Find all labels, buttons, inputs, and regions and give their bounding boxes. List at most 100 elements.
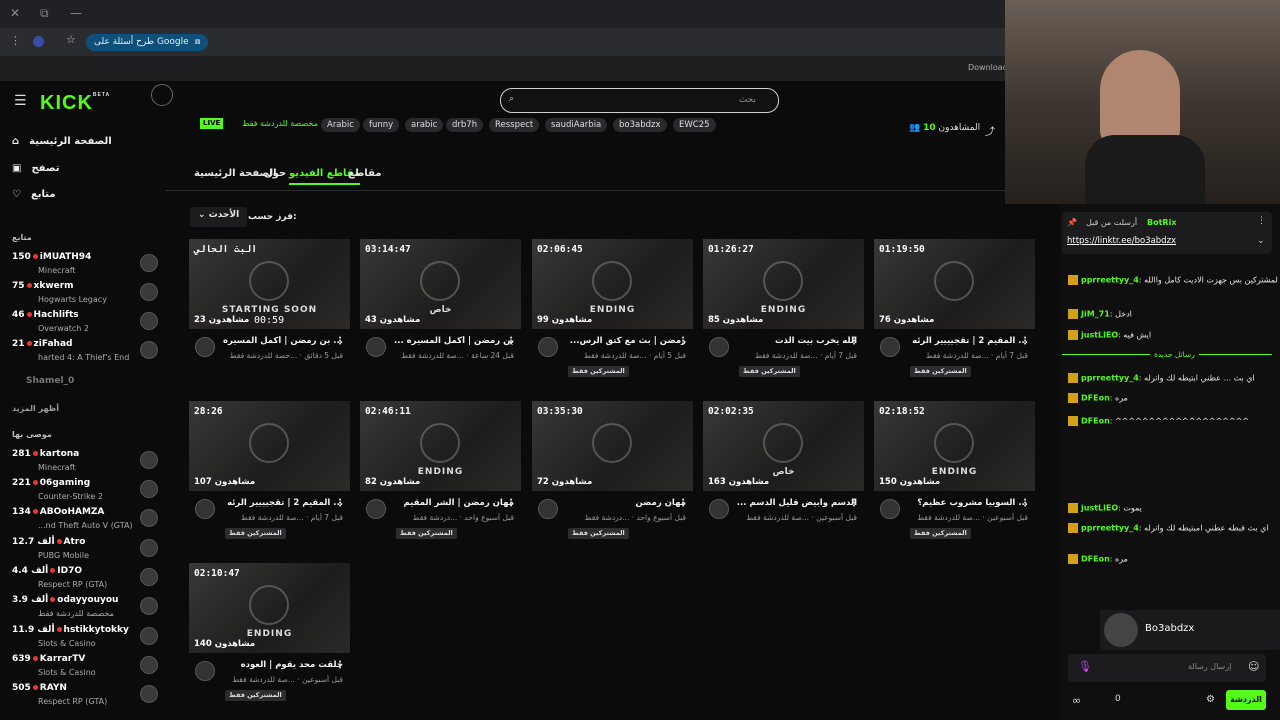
video-title[interactable]: ... المقيم 2 | تقجيييير الرئه xyxy=(900,336,1028,346)
menu-dots-icon[interactable]: ⋮ xyxy=(10,34,21,47)
more-options-icon[interactable]: ⋮ xyxy=(678,336,688,347)
minimize-window-icon[interactable]: — xyxy=(70,6,82,20)
video-thumbnail[interactable]: ENDING 02:18:52 150 مشاهدون xyxy=(874,401,1035,491)
video-thumbnail[interactable]: خاص 03:14:47 43 مشاهدون xyxy=(360,239,521,329)
gear-icon[interactable]: ⚙ xyxy=(1206,694,1215,705)
sidebar-channel[interactable]: 3.9 ألف odayyouyou مخصصة للدردشة فقط xyxy=(12,595,162,623)
chevron-down-icon[interactable]: ⌄ xyxy=(1257,236,1265,246)
sidebar-channel[interactable]: 11.9 ألف hstikkytokky Slots & Casino xyxy=(12,625,162,653)
video-title[interactable]: مهان رمضن xyxy=(558,498,686,508)
chat-message[interactable]: justLlEO: يموت xyxy=(1068,503,1278,513)
restore-window-icon[interactable]: ⧉ xyxy=(40,6,49,21)
tab-about[interactable]: حول xyxy=(264,168,286,179)
show-more-link[interactable]: أظهر المزيد xyxy=(12,404,59,413)
tab-clips[interactable]: مقاطع xyxy=(348,168,381,179)
avatar[interactable] xyxy=(880,499,900,519)
video-thumbnail[interactable]: 28:26 107 مشاهدون xyxy=(189,401,350,491)
sidebar-channel[interactable]: 46 Hachlifts Overwatch 2 xyxy=(12,310,162,338)
chat-message[interactable]: pprreettyy_4: اي بث قبطه عطني امبتيطه لك… xyxy=(1068,523,1278,533)
avatar[interactable] xyxy=(538,499,558,519)
more-options-icon[interactable]: ⋮ xyxy=(1257,216,1266,226)
avatar[interactable] xyxy=(880,337,900,357)
avatar[interactable] xyxy=(366,499,386,519)
mic-icon[interactable]: 🎙 xyxy=(1078,660,1092,673)
more-options-icon[interactable]: ⋮ xyxy=(335,498,345,509)
video-title[interactable]: بن رمضن | أكمل المسيره ... xyxy=(386,336,514,346)
video-thumbnail[interactable]: ENDING 02:46:11 82 مشاهدون xyxy=(360,401,521,491)
more-options-icon[interactable]: ⋮ xyxy=(506,498,516,509)
google-lens-chip[interactable]: طرح أسئلة على Google ⧇ xyxy=(86,34,209,51)
avatar[interactable] xyxy=(195,499,215,519)
video-title[interactable]: ... المقيم 2 | تقجيييير الرئه xyxy=(215,498,343,508)
video-thumbnail[interactable]: ENDING 02:10:47 140 مشاهدون xyxy=(189,563,350,653)
tag[interactable]: EWC25 xyxy=(673,118,716,132)
avatar[interactable] xyxy=(195,337,215,357)
profile-icon[interactable] xyxy=(33,36,44,47)
sidebar-channel[interactable]: 221 06gaming Counter-Strike 2 xyxy=(12,478,162,506)
video-title[interactable]: حلقت محد يقوم | العوده xyxy=(215,660,343,670)
download-link[interactable]: Download xyxy=(968,63,1008,72)
chat-message[interactable]: pprreettyy_4: اي بث ... عطني ابتيطه لك و… xyxy=(1068,373,1278,383)
chat-input[interactable]: 🎙 إرسال رسالة ☺ xyxy=(1068,654,1266,682)
sidebar-item-home[interactable]: ⌂ الصفحة الرئيسية xyxy=(12,136,112,147)
more-options-icon[interactable]: ⋮ xyxy=(335,660,345,671)
video-thumbnail[interactable]: ENDING 01:26:27 85 مشاهدون xyxy=(703,239,864,329)
sidebar-channel[interactable]: 21 ziFahad harted 4: A Thief's End xyxy=(12,339,162,367)
chat-message[interactable]: DFEon: مره xyxy=(1068,554,1278,564)
avatar[interactable] xyxy=(709,337,729,357)
sidebar-channel[interactable]: 281 kartona Minecraft xyxy=(12,449,162,477)
chat-message[interactable]: DFEon: مره xyxy=(1068,393,1278,403)
video-title[interactable]: الله يخرب بيت الذت xyxy=(729,336,857,346)
sidebar-item-following[interactable]: ♡ متابع xyxy=(12,189,56,200)
avatar[interactable] xyxy=(709,499,729,519)
sidebar-channel[interactable]: 134 ABOoHAMZA ...nd Theft Auto V (GTA) xyxy=(12,507,162,535)
video-title[interactable]: الدسم وابيض قليل الدسم ... xyxy=(729,498,857,508)
video-title[interactable]: مهان رمضن | الشر المقيم xyxy=(386,498,514,508)
more-options-icon[interactable]: ⋮ xyxy=(335,336,345,347)
sidebar-channel[interactable]: 639 KarrarTV Slots & Casino xyxy=(12,654,162,682)
tag[interactable]: funny xyxy=(363,118,400,132)
tag[interactable]: drb7h xyxy=(446,118,484,132)
chat-send-button[interactable]: الدردشة xyxy=(1226,690,1266,710)
infinity-icon[interactable]: ∞ xyxy=(1072,694,1081,707)
chat-message[interactable]: DFEon: ^^^^^^^^^^^^^^^^^^^^ xyxy=(1068,416,1278,426)
more-options-icon[interactable]: ⋮ xyxy=(678,498,688,509)
video-title[interactable]: ... بن رمضن | أكمل المسيره xyxy=(215,336,343,346)
sidebar-item-browse[interactable]: ▣ تصفح xyxy=(12,163,59,174)
chat-message[interactable]: JiM_71: ادخل xyxy=(1068,309,1278,319)
chat-message[interactable]: justLlEO: ايش فيه xyxy=(1068,330,1278,340)
sidebar-channel[interactable]: 150 iMUATH94 Minecraft xyxy=(12,252,162,280)
video-thumbnail[interactable]: 03:35:30 72 مشاهدون xyxy=(532,401,693,491)
tag[interactable]: Arabic xyxy=(321,118,360,132)
video-thumbnail[interactable]: خاص 02:02:35 163 مشاهدون xyxy=(703,401,864,491)
avatar[interactable] xyxy=(538,337,558,357)
more-options-icon[interactable]: ⋮ xyxy=(1020,336,1030,347)
emoji-icon[interactable]: ☺ xyxy=(1248,660,1259,673)
sidebar-channel-offline[interactable]: Shamel_0 xyxy=(12,376,162,404)
video-thumbnail[interactable]: ENDING 02:06:45 99 مشاهدون xyxy=(532,239,693,329)
avatar[interactable] xyxy=(195,661,215,681)
sort-dropdown[interactable]: ⌄ الأحدث xyxy=(190,207,248,227)
hamburger-menu-icon[interactable]: ☰ xyxy=(14,93,27,109)
category-link[interactable]: مخصصة للدردشة فقط xyxy=(242,119,318,128)
avatar[interactable] xyxy=(366,337,386,357)
sidebar-channel[interactable]: 75 xkwerm Hogwarts Legacy xyxy=(12,281,162,309)
more-options-icon[interactable]: ⋮ xyxy=(849,336,859,347)
kick-logo[interactable]: KICKBETA xyxy=(40,92,110,115)
pinned-link[interactable]: https://linktr.ee/bo3abdzx xyxy=(1067,236,1176,246)
chat-message[interactable]: pprreettyy_4: والله حرام عليك حافظ البث … xyxy=(1068,275,1278,285)
tag[interactable]: arabic xyxy=(405,118,444,132)
sidebar-channel[interactable]: 4.4 ألف ID7O Respect RP (GTA) xyxy=(12,566,162,594)
sidebar-channel[interactable]: 505 RAYN Respect RP (GTA) xyxy=(12,683,162,711)
tag[interactable]: Resspect xyxy=(489,118,540,132)
tag[interactable]: bo3abdzx xyxy=(613,118,667,132)
sidebar-channel[interactable]: 12.7 ألف Atro PUBG Mobile xyxy=(12,537,162,565)
close-window-icon[interactable]: ✕ xyxy=(10,6,20,20)
more-options-icon[interactable]: ⋮ xyxy=(506,336,516,347)
video-title[interactable]: رمضن | بث مع كتق الرس... xyxy=(558,336,686,346)
tag[interactable]: saudiAarbia xyxy=(545,118,608,132)
video-thumbnail[interactable]: 01:19:50 76 مشاهدون xyxy=(874,239,1035,329)
video-title[interactable]: ... السوبيا مشروب عظيم؟ xyxy=(900,498,1028,508)
more-options-icon[interactable]: ⋮ xyxy=(1020,498,1030,509)
share-icon[interactable]: ⤴ xyxy=(985,123,995,138)
